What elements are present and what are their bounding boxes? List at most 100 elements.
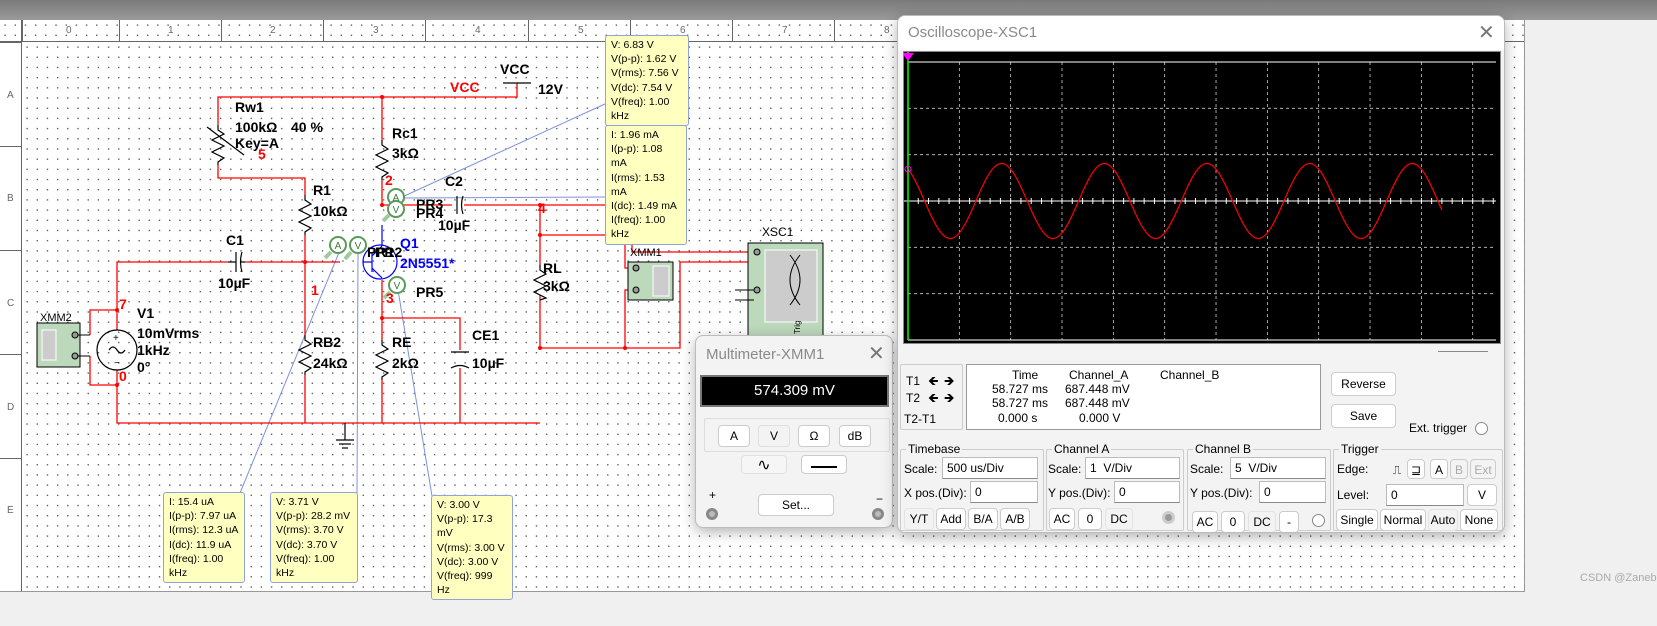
readout-line: V(p-p): 1.62 V [611, 53, 677, 66]
trigger-source-ext-button[interactable]: Ext [1470, 459, 1496, 479]
close-icon[interactable]: ✕ [1478, 20, 1495, 45]
channel-b-minus-button[interactable]: - [1279, 511, 1299, 532]
ext-trigger-terminal[interactable] [1475, 422, 1488, 435]
dc-line-icon [811, 465, 837, 468]
readout-line: I(rms): 1.53 mA [611, 171, 665, 198]
close-icon[interactable]: ✕ [868, 341, 885, 366]
node-0: 0 [119, 368, 127, 384]
channel-a-scale-label: Scale: [1048, 462, 1082, 476]
screen-resize-handle[interactable] [1438, 351, 1488, 352]
oscilloscope-screen[interactable] [903, 51, 1501, 344]
channel-b-ac-button[interactable]: AC [1192, 511, 1218, 532]
voltmeter-glyph: V [394, 281, 401, 292]
ce1-capacitor[interactable] [450, 351, 470, 369]
channel-b-ypos-input[interactable]: 0 [1259, 481, 1326, 503]
xmm2-multimeter[interactable] [36, 322, 90, 368]
dc-coupling-button[interactable] [801, 455, 847, 474]
probe-readout-base-voltage: V: 3.71 V V(p-p): 28.2 mV V(rms): 3.70 V V(… [270, 492, 358, 584]
falling-edge-icon[interactable]: ⊒ [1407, 459, 1425, 479]
vcc-net-label: VCC [450, 79, 480, 95]
channel-a-scale-input[interactable]: 1 V/Div [1085, 457, 1180, 479]
mode-button-volts[interactable]: V [758, 425, 790, 447]
channel-b-dc-button[interactable]: DC [1248, 511, 1276, 532]
trigger-source-b-button[interactable]: B [1450, 459, 1468, 479]
re-resistor[interactable] [374, 340, 390, 380]
reverse-button[interactable]: Reverse [1331, 372, 1396, 396]
trigger-normal-button[interactable]: Normal [1380, 509, 1426, 531]
readout-header-channel-b: Channel_B [1160, 368, 1220, 382]
set-button[interactable]: Set... [758, 494, 834, 516]
xsc1-label: XSC1 [762, 225, 794, 239]
channel-a-zero-button[interactable]: 0 [1078, 508, 1102, 530]
channel-a-ypos-input[interactable]: 0 [1114, 481, 1180, 503]
channel-a-terminal[interactable] [1162, 511, 1175, 524]
t2-left-arrow-icon[interactable]: 🡸 [928, 389, 939, 411]
minus-terminal[interactable] [872, 508, 884, 520]
mode-button-amps[interactable]: A [718, 425, 750, 447]
trigger-none-button[interactable]: None [1460, 509, 1498, 531]
mode-button-ohms[interactable]: Ω [798, 425, 830, 447]
readout-line: V(p-p): 28.2 mV [276, 510, 351, 523]
a-over-b-button[interactable]: A/B [1000, 508, 1030, 530]
vcc-value: 12V [538, 81, 564, 97]
timebase-scale-input[interactable]: 500 us/Div [942, 457, 1038, 479]
r1-value: 10kΩ [313, 203, 348, 219]
rc1-value: 3kΩ [392, 145, 419, 161]
x-pos-input[interactable]: 0 [970, 481, 1038, 503]
cursor-readout-table: Time Channel_A Channel_B 58.727 ms 687.4… [966, 364, 1321, 430]
xmm1-multimeter[interactable] [627, 261, 674, 301]
readout-line: V(p-p): 17.3 mV [437, 513, 493, 540]
ground-symbol [336, 423, 354, 449]
mode-button-db[interactable]: dB [839, 425, 871, 447]
c2-capacitor[interactable] [456, 195, 464, 215]
add-button[interactable]: Add [936, 508, 966, 530]
oscilloscope-window[interactable]: Oscilloscope-XSC1 ✕ T1 🡸 🡺 T2 🡸 🡺 T2-T1 … [897, 15, 1505, 533]
trigger-level-unit[interactable]: V [1467, 484, 1497, 506]
probe-readout-collector-voltage: V: 6.83 V V(p-p): 1.62 V V(rms): 7.56 V V(d… [605, 35, 689, 127]
v1-frequency: 1kHz [137, 342, 170, 358]
b-over-a-button[interactable]: B/A [968, 508, 998, 530]
readout-line: V: 6.83 V [611, 39, 654, 51]
vcc-name: VCC [500, 61, 530, 77]
rw1-key: Key=A [235, 135, 279, 151]
trigger-source-a-button[interactable]: A [1430, 459, 1448, 479]
save-button[interactable]: Save [1331, 404, 1396, 428]
rb2-value: 24kΩ [313, 355, 348, 371]
v1-phase: 0° [137, 359, 150, 375]
rw1-potentiometer[interactable] [210, 125, 226, 165]
rl-value: 3kΩ [543, 278, 570, 294]
ac-coupling-button[interactable]: ∿ [741, 455, 787, 474]
t2-right-arrow-icon[interactable]: 🡺 [944, 389, 955, 411]
yt-button[interactable]: Y/T [904, 508, 934, 530]
rb2-name: RB2 [313, 334, 341, 350]
multimeter-window[interactable]: Multimeter-XMM1 ✕ 574.309 mV A V Ω dB ∿ … [695, 335, 893, 528]
channel-a-dc-button[interactable]: DC [1105, 508, 1133, 530]
cursor-diff-label: T2-T1 [904, 412, 937, 426]
q1-model: 2N5551* [400, 255, 455, 271]
trigger-single-button[interactable]: Single [1336, 509, 1378, 531]
channel-b-scale-input[interactable]: 5 V/Div [1230, 457, 1326, 479]
channel-b-terminal[interactable] [1312, 514, 1325, 527]
readout-line: V(dc): 7.54 V [611, 81, 673, 94]
trigger-level-input[interactable]: 0 [1386, 484, 1464, 506]
probe-readout-collector-current: I: 1.96 mA I(p-p): 1.08 mA I(rms): 1.53 mA… [605, 125, 687, 245]
r1-resistor[interactable] [297, 195, 313, 235]
c1-capacitor[interactable] [228, 251, 245, 273]
channel-a-ac-button[interactable]: AC [1049, 508, 1075, 530]
plus-terminal-label: + [709, 488, 717, 502]
rb2-resistor[interactable] [297, 335, 313, 375]
readout-line: I(freq): 1.00 kHz [169, 552, 224, 580]
probe-readout-emitter-voltage: V: 3.00 V V(p-p): 17.3 mV V(rms): 3.00 V V(… [431, 495, 513, 601]
trigger-auto-button[interactable]: Auto [1428, 509, 1458, 531]
node-2: 2 [385, 172, 393, 188]
xsc1-oscilloscope-symbol[interactable] [735, 242, 824, 344]
pr4-label: PR4 [416, 205, 443, 221]
plus-terminal[interactable] [706, 508, 718, 520]
window-title: Oscilloscope-XSC1 [908, 24, 1038, 41]
rising-edge-icon[interactable]: ⎍ [1388, 459, 1406, 479]
readout-line: I(dc): 1.49 mA [611, 200, 677, 213]
sine-wave-icon: ∿ [757, 457, 771, 474]
watermark: CSDN @Zanebla [1580, 572, 1657, 584]
channel-b-zero-button[interactable]: 0 [1221, 511, 1245, 532]
readout-line: V(freq): 1.00 kHz [611, 95, 670, 123]
